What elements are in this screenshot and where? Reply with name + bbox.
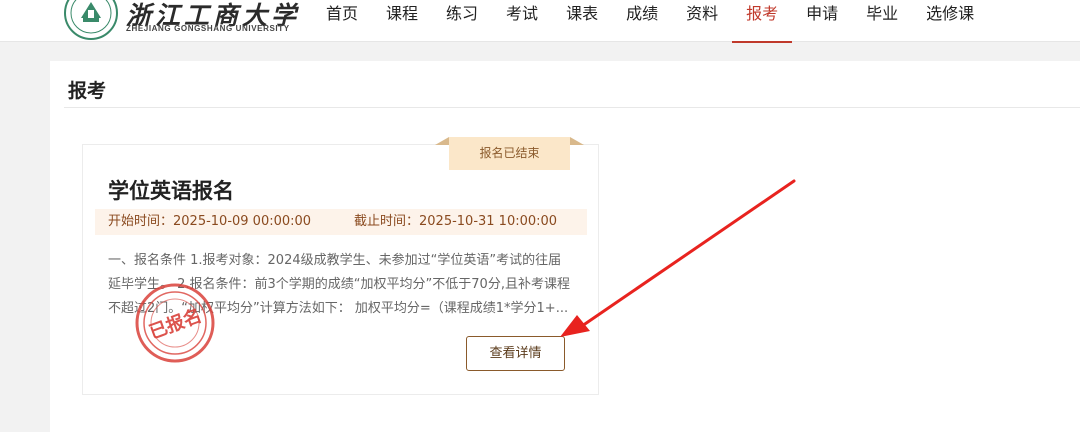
registered-stamp-icon: 已报名 bbox=[133, 281, 217, 365]
exam-registration-card: 报名已结束 学位英语报名 开始时间：2025-10-09 00:00:00 截止… bbox=[82, 137, 599, 395]
nav-item-graduation[interactable]: 毕业 bbox=[852, 0, 912, 42]
university-emblem-icon bbox=[64, 0, 118, 40]
nav-item-exams[interactable]: 考试 bbox=[492, 0, 552, 42]
title-divider bbox=[64, 107, 1080, 108]
nav-item-home[interactable]: 首页 bbox=[312, 0, 372, 42]
page-title: 报考 bbox=[68, 80, 107, 102]
nav-item-registration[interactable]: 报考 bbox=[732, 0, 793, 43]
view-details-button[interactable]: 查看详情 bbox=[466, 336, 565, 371]
nav-item-electives[interactable]: 选修课 bbox=[912, 0, 988, 42]
nav-item-applications[interactable]: 申请 bbox=[792, 0, 852, 42]
status-badge: 报名已结束 bbox=[449, 137, 570, 170]
ribbon-fold-left bbox=[435, 137, 449, 145]
end-time: 截止时间：2025-10-31 10:00:00 bbox=[354, 214, 558, 229]
ribbon-fold-right bbox=[570, 137, 584, 145]
main-nav: 首页 课程 练习 考试 课表 成绩 资料 报考 申请 毕业 选修课 bbox=[312, 0, 988, 43]
nav-item-courses[interactable]: 课程 bbox=[372, 0, 432, 42]
status-ribbon: 报名已结束 bbox=[435, 137, 584, 171]
content-panel: 报考 报名已结束 学位英语报名 开始时间：2025-10-09 00:00:00… bbox=[50, 61, 1080, 432]
nav-item-practice[interactable]: 练习 bbox=[432, 0, 492, 42]
nav-item-grades[interactable]: 成绩 bbox=[612, 0, 672, 42]
nav-item-materials[interactable]: 资料 bbox=[672, 0, 732, 42]
nav-item-timetable[interactable]: 课表 bbox=[552, 0, 612, 42]
card-title: 学位英语报名 bbox=[108, 179, 234, 203]
logo-name-en: ZHEJIANG GONGSHANG UNIVERSITY bbox=[126, 24, 290, 33]
time-range-bar: 开始时间：2025-10-09 00:00:00 截止时间：2025-10-31… bbox=[95, 209, 587, 235]
top-navigation-bar: 浙江工商大学 ZHEJIANG GONGSHANG UNIVERSITY 首页 … bbox=[0, 0, 1080, 43]
start-time: 开始时间：2025-10-09 00:00:00 bbox=[108, 214, 312, 229]
